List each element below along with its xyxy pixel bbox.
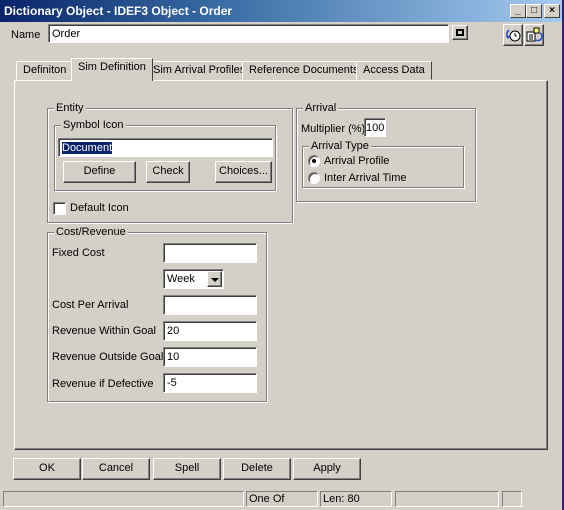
maximize-button[interactable]: □ [526,4,542,18]
status-field-2: One Of [246,491,318,507]
title-bar: Dictionary Object - IDEF3 Object - Order [0,0,562,22]
tab-access-data[interactable]: Access Data [356,61,432,80]
revenue-outside-goal-input[interactable]: 10 [163,347,257,367]
close-icon: × [549,5,555,16]
symbol-icon-label: Symbol Icon [61,119,126,131]
arrival-group-label: Arrival [303,102,339,114]
delete-button[interactable]: Delete [223,458,291,480]
inter-arrival-time-radio[interactable] [308,172,320,184]
tab-reference-documents[interactable]: Reference Documents [242,61,366,80]
clock-refresh-icon [506,29,521,42]
revenue-if-defective-label: Revenue if Defective [52,378,154,390]
check-button[interactable]: Check [146,161,190,183]
fixed-cost-input[interactable] [163,243,257,263]
choices-button[interactable]: Choices... [215,161,272,183]
tab-definition[interactable]: Definiton [16,61,74,80]
name-label: Name [11,29,41,41]
revenue-within-goal-label: Revenue Within Goal [52,325,156,337]
revenue-within-goal-input[interactable]: 20 [163,321,257,341]
box-icon [456,29,464,36]
entity-group-label: Entity [54,102,86,114]
maximize-icon: □ [530,5,538,16]
status-field-5 [502,491,522,507]
name-input[interactable]: Order [48,24,449,43]
cost-per-arrival-input[interactable] [163,295,257,315]
inter-arrival-time-label: Inter Arrival Time [324,172,407,184]
close-button[interactable]: × [544,4,560,18]
default-icon-checkbox[interactable] [53,202,66,215]
revenue-if-defective-input[interactable]: -5 [163,373,257,393]
define-button[interactable]: Define [63,161,136,183]
status-field-4 [395,491,499,507]
symbol-icon-input[interactable]: Document [58,138,273,157]
radio-dot [312,159,316,163]
minimize-icon: _ [515,5,521,16]
arrival-type-label: Arrival Type [309,140,371,152]
period-select[interactable]: Week [163,269,224,289]
window-title: Dictionary Object - IDEF3 Object - Order [4,4,233,18]
cost-per-arrival-label: Cost Per Arrival [52,299,129,311]
status-field-1 [3,491,244,507]
chevron-down-icon [211,278,219,282]
dialog-window: Dictionary Object - IDEF3 Object - Order… [0,0,564,510]
document-refresh-icon [526,27,543,42]
cost-revenue-group-label: Cost/Revenue [54,226,128,238]
history-button[interactable] [503,24,523,46]
ok-button[interactable]: OK [13,458,81,480]
period-value: Week [167,273,195,285]
fixed-cost-label: Fixed Cost [52,247,105,259]
status-field-3: Len: 80 [320,491,392,507]
tab-sim-definition[interactable]: Sim Definition [71,58,153,81]
arrival-profile-label: Arrival Profile [324,155,390,167]
cancel-button[interactable]: Cancel [82,458,150,480]
revenue-outside-goal-label: Revenue Outside Goal [52,351,164,363]
multiplier-input[interactable]: 100 [364,118,386,137]
expand-name-button[interactable] [452,25,468,40]
symbol-icon-value: Document [62,142,113,154]
apply-button[interactable]: Apply [293,458,361,480]
period-dropdown-button[interactable] [207,271,222,287]
default-icon-label: Default Icon [70,202,129,214]
multiplier-label: Multiplier (%) [301,123,366,135]
minimize-button[interactable]: _ [510,4,526,18]
copy-refresh-button[interactable] [524,24,544,46]
arrival-profile-radio[interactable] [308,155,320,167]
tab-sim-arrival-profiles[interactable]: Sim Arrival Profiles [146,61,253,80]
spell-button[interactable]: Spell [153,458,221,480]
